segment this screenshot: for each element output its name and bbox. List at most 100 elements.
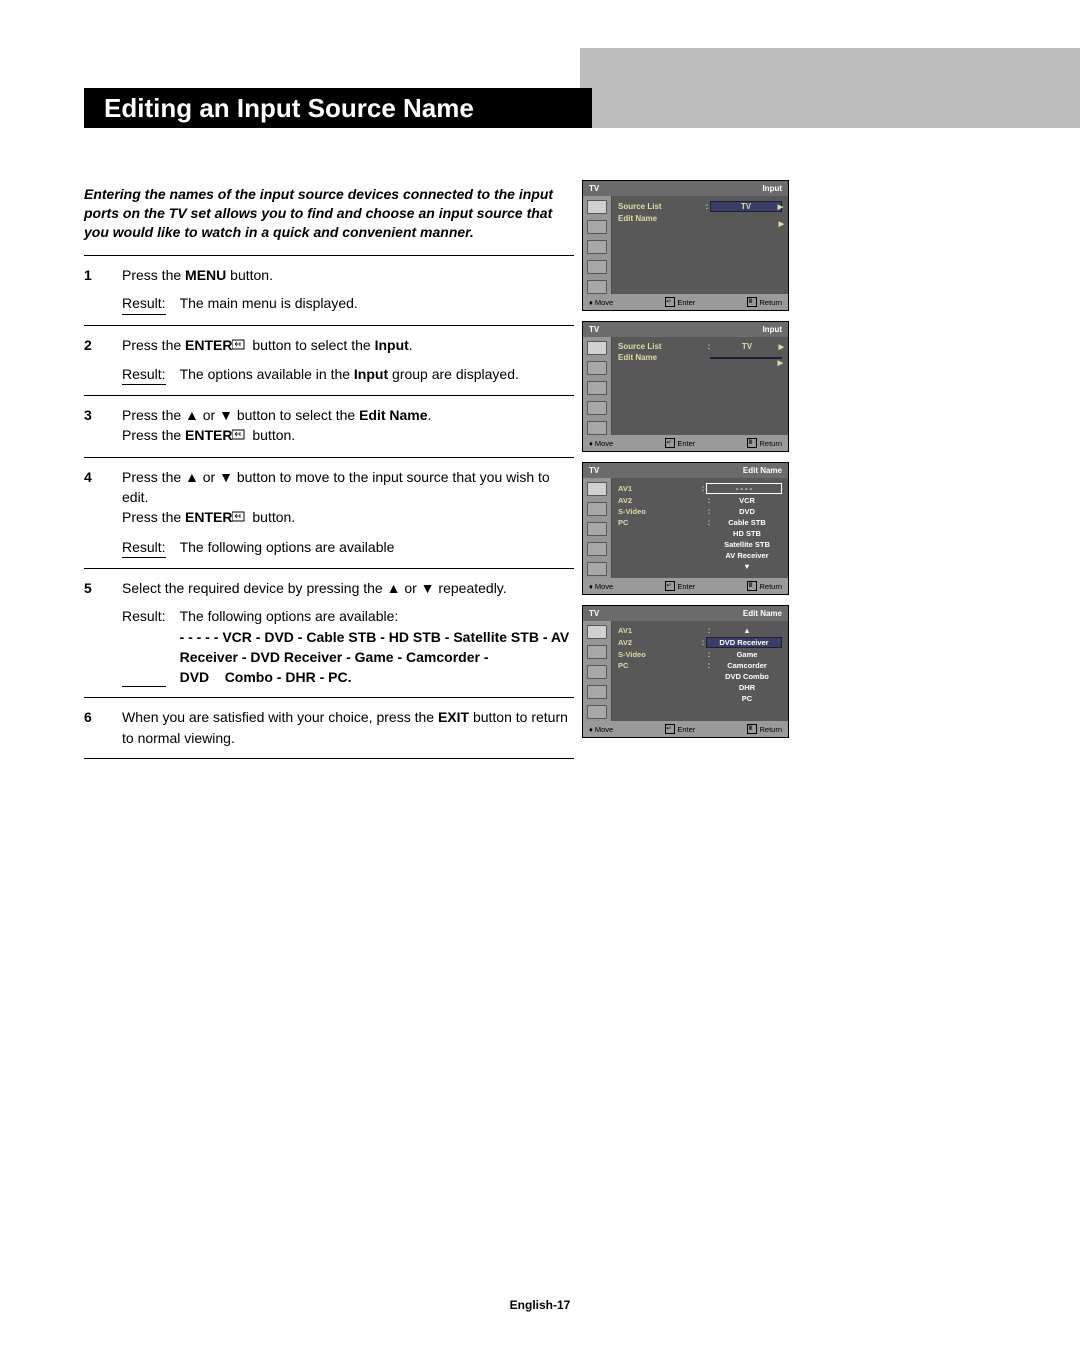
osd-row-label: PC	[618, 518, 706, 527]
step-text: Press the	[122, 337, 185, 353]
enter-icon: ↵	[665, 438, 675, 448]
osd-row-value: DVD Combo	[712, 672, 782, 681]
tv-icon	[587, 482, 607, 496]
result-text-part: The options available in the	[180, 366, 354, 382]
setup-icon	[587, 705, 607, 719]
step-bold: EXIT	[438, 709, 469, 725]
caret-up-icon: ▲	[712, 626, 782, 635]
result-label: Result:	[122, 293, 166, 314]
osd-row-value: DVD Receiver	[706, 637, 782, 648]
osd-row-value: DHR	[712, 683, 782, 692]
osd-row: AV2:DVD Receiver	[618, 637, 782, 648]
osd-row: Source List : TV▶	[618, 201, 782, 212]
osd-title-left: TV	[589, 609, 599, 618]
step-number: 5	[84, 578, 122, 687]
sound-icon	[587, 522, 607, 536]
result-text-part: The following options are available:	[180, 606, 574, 626]
return-icon: Ⅲ	[747, 581, 757, 591]
osd-row-value: PC	[712, 694, 782, 703]
step-text: Press the	[122, 267, 185, 283]
step-bold: ENTER	[185, 337, 232, 353]
step-text: Press the ▲ or ▼ button to select the	[122, 407, 359, 423]
picture-icon	[587, 502, 607, 516]
osd-title-left: TV	[589, 184, 599, 193]
step-number: 1	[84, 265, 122, 315]
osd-row: AV1:▲	[618, 626, 782, 635]
channel-icon	[587, 260, 607, 274]
result-label: Result:	[122, 606, 166, 687]
step-body: Press the ▲ or ▼ button to move to the i…	[122, 467, 574, 558]
osd-foot-label: Move	[595, 582, 613, 591]
osd-row: AV1: - - - -	[618, 483, 782, 494]
osd-row: Source List : TV▶	[618, 342, 782, 351]
step: 6 When you are satisfied with your choic…	[84, 697, 574, 759]
osd-row: PC:Cable STB	[618, 518, 782, 527]
osd-row: AV Receiver	[618, 551, 782, 560]
step-text: Press the ▲ or ▼ button to move to the i…	[122, 467, 574, 508]
step-text: Select the required device by pressing t…	[122, 578, 574, 598]
osd-panel: TV Input Source List : TV▶	[582, 180, 789, 311]
step-text: button.	[248, 509, 295, 525]
caret-right-icon: ▶	[778, 359, 783, 367]
osd-row-label: AV2	[618, 638, 700, 647]
channel-icon	[587, 401, 607, 415]
page-number: English-17	[0, 1298, 1080, 1312]
result-text: The options available in the Input group…	[180, 364, 519, 385]
result-label: Result:	[122, 364, 166, 385]
enter-icon	[232, 508, 248, 528]
step: 5 Select the required device by pressing…	[84, 568, 574, 697]
channel-icon	[587, 685, 607, 699]
return-icon: Ⅲ	[747, 297, 757, 307]
result-text: The main menu is displayed.	[180, 293, 358, 314]
osd-row-value: Game	[712, 650, 782, 659]
osd-row-label: AV1	[618, 484, 700, 493]
osd-panel: TV Edit Name AV1: - - - - AV2:VCR	[582, 462, 789, 595]
osd-sidebar-icons	[583, 196, 612, 294]
step-number: 4	[84, 467, 122, 558]
setup-icon	[587, 280, 607, 294]
osd-row-value: Cable STB	[712, 518, 782, 527]
result-label: Result:	[122, 537, 166, 558]
osd-row-label: Source List	[618, 342, 706, 351]
sound-icon	[587, 240, 607, 254]
osd-row-label: S-Video	[618, 650, 706, 659]
setup-icon	[587, 562, 607, 576]
result-text: The following options are available: - -…	[180, 606, 574, 687]
header-band	[580, 48, 1080, 128]
osd-title-left: TV	[589, 466, 599, 475]
step-text: When you are satisfied with your choice,…	[122, 709, 438, 725]
step: 1 Press the MENU button. Result: The mai…	[84, 255, 574, 325]
osd-row-label: AV2	[618, 496, 706, 505]
step-text: .	[428, 407, 432, 423]
osd-row: PC	[618, 694, 782, 703]
picture-icon	[587, 220, 607, 234]
enter-icon	[232, 336, 248, 356]
step-text: Press the	[122, 509, 185, 525]
osd-row-value: TV▶	[712, 342, 782, 351]
step-body: Select the required device by pressing t…	[122, 578, 574, 687]
updown-icon: ♦	[589, 725, 593, 734]
enter-icon	[232, 426, 248, 446]
step-bold: ENTER	[185, 427, 232, 443]
step: 2 Press the ENTER button to select the I…	[84, 325, 574, 396]
osd-footer: ♦Move ↵Enter ⅢReturn	[583, 435, 788, 451]
osd-row-value: - - - -	[706, 483, 782, 494]
osd-footer: ♦Move ↵Enter ⅢReturn	[583, 294, 788, 310]
setup-icon	[587, 421, 607, 435]
picture-icon	[587, 361, 607, 375]
intro-text: Entering the names of the input source d…	[84, 185, 564, 242]
page-title: Editing an Input Source Name	[84, 88, 592, 128]
osd-foot-label: Enter	[677, 439, 695, 448]
osd-foot-label: Return	[759, 439, 782, 448]
step-bold: Input	[375, 337, 409, 353]
sound-icon	[587, 381, 607, 395]
step-number: 6	[84, 707, 122, 748]
osd-row-value: VCR	[712, 496, 782, 505]
osd-sidebar-icons	[583, 478, 612, 578]
osd-row: Edit Name ▶	[618, 353, 782, 362]
osd-row-value: DVD	[712, 507, 782, 516]
osd-row-label: Edit Name	[618, 353, 704, 362]
step-body: When you are satisfied with your choice,…	[122, 707, 574, 748]
osd-row-value: TV▶	[710, 201, 782, 212]
caret-right-icon: ▶	[779, 343, 784, 351]
